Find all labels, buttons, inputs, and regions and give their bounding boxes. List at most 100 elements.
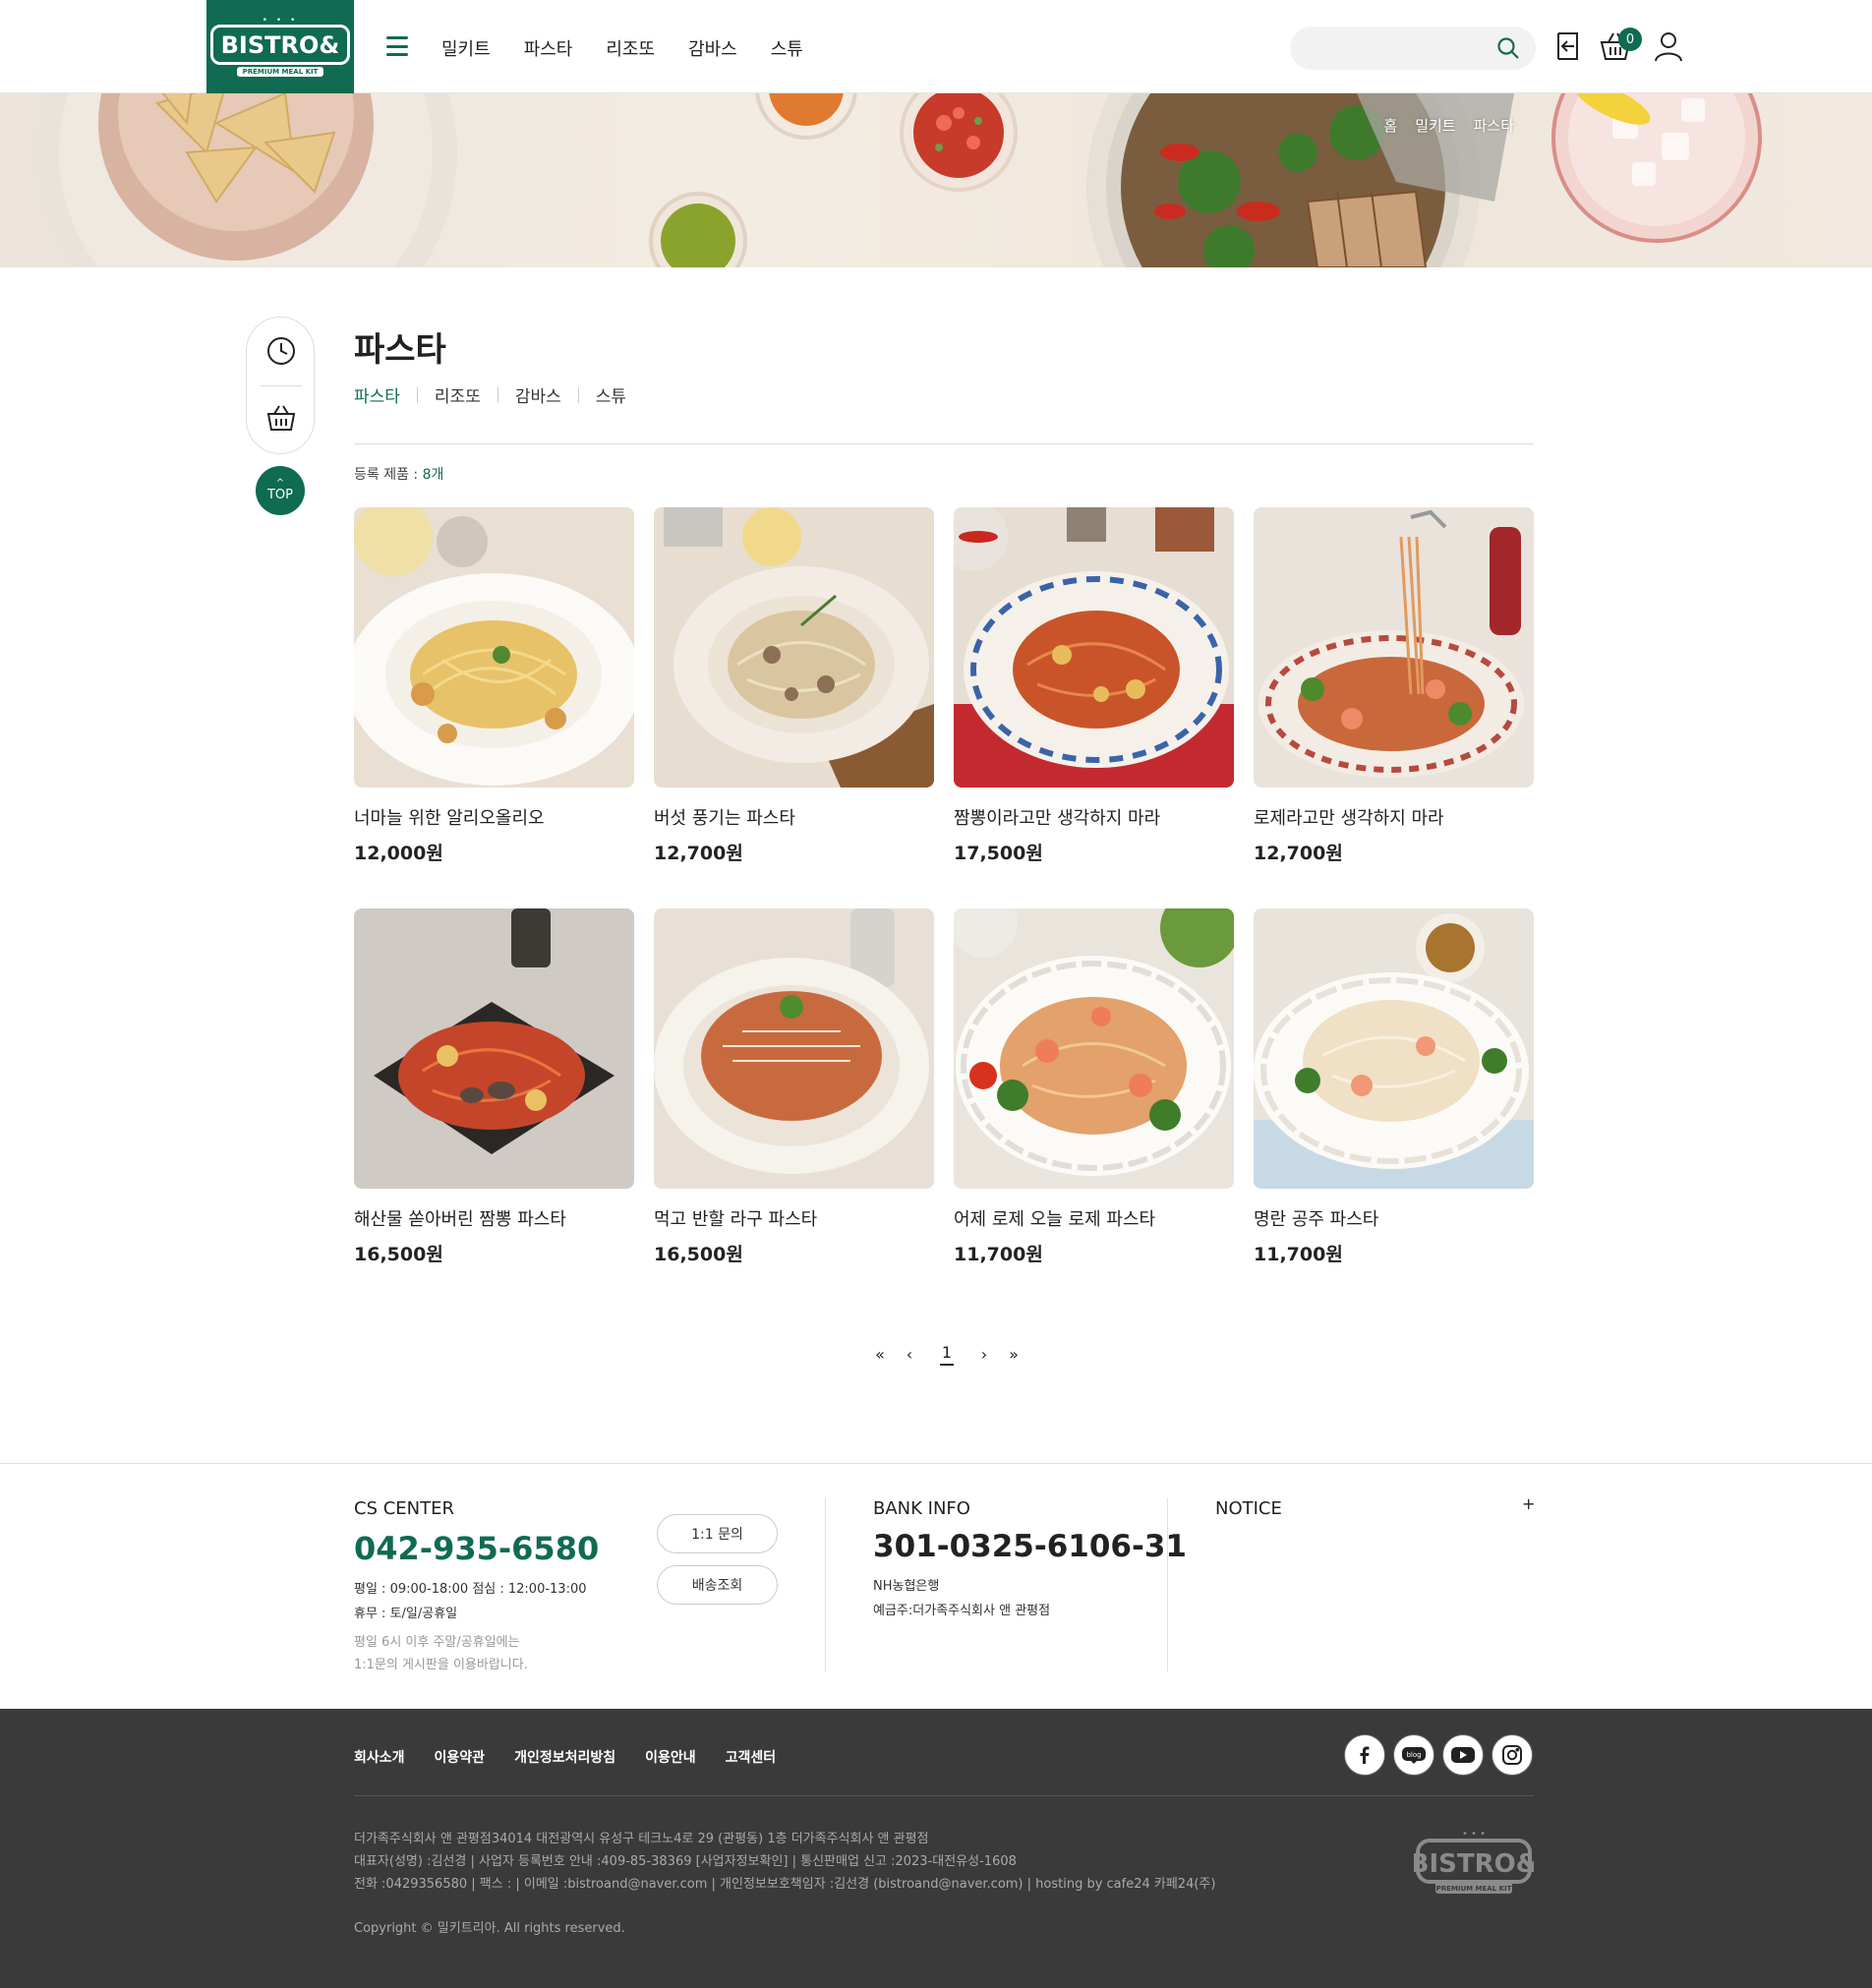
- product-price: 12,700원: [654, 843, 743, 864]
- youtube-icon[interactable]: [1442, 1734, 1484, 1776]
- product-card[interactable]: 너마늘 위한 알리오올리오 12,000원: [354, 507, 634, 865]
- product-name[interactable]: 어제 로제 오늘 로제 파스타: [954, 1205, 1234, 1231]
- brand-logo[interactable]: • • • BISTRO& PREMIUM MEAL KIT: [206, 0, 354, 93]
- product-image[interactable]: [354, 908, 634, 1189]
- recent-history-icon[interactable]: [265, 335, 297, 367]
- product-card[interactable]: 로제라고만 생각하지 마라 12,700원: [1254, 507, 1534, 865]
- copyright: Copyright © 밀키트리아. All rights reserved.: [354, 1921, 625, 1936]
- user-icon[interactable]: [1652, 29, 1685, 63]
- footer-link-support[interactable]: 고객센터: [726, 1747, 777, 1767]
- inquiry-button[interactable]: 1:1 문의: [657, 1514, 778, 1553]
- delivery-tracking-button[interactable]: 배송조회: [657, 1565, 778, 1605]
- footer-links: 회사소개 이용약관 개인정보처리방침 이용안내 고객센터: [354, 1747, 805, 1767]
- logo-text: BISTRO&: [220, 31, 340, 59]
- product-name[interactable]: 버섯 풍기는 파스타: [654, 804, 934, 830]
- product-image[interactable]: [954, 908, 1234, 1189]
- subcat-risotto[interactable]: 리조또: [435, 382, 481, 407]
- cs-holiday: 휴무 : 토/일/공휴일: [354, 1607, 458, 1621]
- product-name[interactable]: 로제라고만 생각하지 마라: [1254, 804, 1534, 830]
- category-banner: 홈 밀키트 파스타: [0, 93, 1872, 267]
- notice-title: NOTICE: [1215, 1498, 1282, 1519]
- scroll-top-button[interactable]: ^ TOP: [256, 466, 305, 515]
- footer-link-terms[interactable]: 이용약관: [435, 1747, 486, 1767]
- first-page-icon[interactable]: «: [865, 1345, 895, 1364]
- banner-food-image: [34, 93, 1762, 267]
- product-image[interactable]: [1254, 507, 1534, 788]
- divider: [1167, 1498, 1168, 1671]
- product-name[interactable]: 명란 공주 파스타: [1254, 1205, 1534, 1231]
- subcat-gambas[interactable]: 감바스: [515, 382, 561, 407]
- cs-note: 1:1문의 게시판을 이용바랍니다.: [354, 1658, 528, 1672]
- nav-item-pasta[interactable]: 파스타: [524, 35, 573, 61]
- bank-title: BANK INFO: [873, 1498, 970, 1519]
- svg-text:blog: blog: [1406, 1751, 1421, 1759]
- company-info: 더가족주식회사 앤 관평점34014 대전광역시 유성구 테크노4로 29 (관…: [354, 1832, 929, 1846]
- cs-note: 평일 6시 이후 주말/공휴일에는: [354, 1635, 520, 1650]
- product-price: 12,700원: [1254, 843, 1343, 864]
- svg-text:BISTRO&: BISTRO&: [1414, 1849, 1534, 1879]
- current-page[interactable]: 1: [940, 1343, 954, 1366]
- logo-subtitle: PREMIUM MEAL KIT: [236, 67, 324, 77]
- nav-item-stew[interactable]: 스튜: [771, 35, 803, 61]
- product-price: 17,500원: [954, 843, 1043, 864]
- breadcrumb-home[interactable]: 홈: [1383, 115, 1397, 136]
- login-icon[interactable]: [1551, 29, 1585, 63]
- footer-link-guide[interactable]: 이용안내: [645, 1747, 696, 1767]
- search-icon[interactable]: [1496, 36, 1520, 60]
- product-count-value: 8개: [422, 467, 444, 483]
- page-title: 파스타: [354, 330, 446, 370]
- last-page-icon[interactable]: »: [999, 1345, 1028, 1364]
- search-box: [1290, 27, 1536, 70]
- product-price: 16,500원: [654, 1244, 743, 1265]
- footer-link-about[interactable]: 회사소개: [354, 1747, 405, 1767]
- facebook-icon[interactable]: [1344, 1734, 1385, 1776]
- product-image[interactable]: [654, 507, 934, 788]
- nav-item-risotto[interactable]: 리조또: [606, 35, 655, 61]
- menu-icon[interactable]: [386, 36, 408, 56]
- cs-title: CS CENTER: [354, 1498, 454, 1519]
- product-card[interactable]: 어제 로제 오늘 로제 파스타 11,700원: [954, 908, 1234, 1266]
- product-card[interactable]: 명란 공주 파스타 11,700원: [1254, 908, 1534, 1266]
- product-card[interactable]: 버섯 풍기는 파스타 12,700원: [654, 507, 934, 865]
- prev-page-icon[interactable]: ‹: [895, 1345, 924, 1364]
- cs-phone: 042-935-6580: [354, 1530, 600, 1567]
- svg-text:PREMIUM MEAL KIT: PREMIUM MEAL KIT: [1436, 1885, 1512, 1893]
- product-card[interactable]: 해산물 쏟아버린 짬뽕 파스타 16,500원: [354, 908, 634, 1266]
- company-info: 대표자(성명) :김선경 | 사업자 등록번호 안내 :409-85-38369…: [354, 1854, 1017, 1869]
- product-price: 11,700원: [954, 1244, 1043, 1265]
- subcategory-tabs: 파스타 리조또 감바스 스튜: [354, 382, 626, 407]
- product-name[interactable]: 해산물 쏟아버린 짬뽕 파스타: [354, 1205, 634, 1231]
- search-input[interactable]: [1308, 27, 1485, 70]
- product-image[interactable]: [654, 908, 934, 1189]
- quick-cart-icon[interactable]: [265, 402, 297, 434]
- breadcrumb: 홈 밀키트 파스타: [1366, 115, 1514, 136]
- product-name[interactable]: 먹고 반할 라구 파스타: [654, 1205, 934, 1231]
- bank-account: 301-0325-6106-31: [873, 1529, 1188, 1564]
- instagram-icon[interactable]: [1492, 1734, 1533, 1776]
- footer-link-privacy[interactable]: 개인정보처리방침: [514, 1747, 615, 1767]
- product-image[interactable]: [354, 507, 634, 788]
- divider: [825, 1498, 826, 1671]
- subcat-stew[interactable]: 스튜: [596, 382, 626, 407]
- product-image[interactable]: [954, 507, 1234, 788]
- site-header: • • • BISTRO& PREMIUM MEAL KIT 밀키트 파스타 리…: [0, 0, 1872, 93]
- product-price: 11,700원: [1254, 1244, 1343, 1265]
- nav-item-mealkit[interactable]: 밀키트: [441, 35, 491, 61]
- next-page-icon[interactable]: ›: [969, 1345, 999, 1364]
- notice-more-button[interactable]: +: [1522, 1494, 1535, 1513]
- product-name[interactable]: 짬뽕이라고만 생각하지 마라: [954, 804, 1234, 830]
- breadcrumb-mealkit[interactable]: 밀키트: [1415, 115, 1455, 136]
- breadcrumb-pasta[interactable]: 파스타: [1474, 115, 1514, 136]
- site-footer: [0, 1709, 1872, 1988]
- blog-icon[interactable]: blog: [1393, 1734, 1434, 1776]
- subcat-pasta[interactable]: 파스타: [354, 382, 400, 407]
- product-image[interactable]: [1254, 908, 1534, 1189]
- divider: [354, 443, 1534, 444]
- nav-item-gambas[interactable]: 감바스: [688, 35, 737, 61]
- product-card[interactable]: 먹고 반할 라구 파스타 16,500원: [654, 908, 934, 1266]
- product-card[interactable]: 짬뽕이라고만 생각하지 마라 17,500원: [954, 507, 1234, 865]
- company-info: 전화 :0429356580 | 팩스 : | 이메일 :bistroand@n…: [354, 1877, 1216, 1892]
- product-name[interactable]: 너마늘 위한 알리오올리오: [354, 804, 634, 830]
- pagination: « ‹ 1 › »: [865, 1343, 1028, 1366]
- chevron-up-icon: ^: [275, 477, 285, 489]
